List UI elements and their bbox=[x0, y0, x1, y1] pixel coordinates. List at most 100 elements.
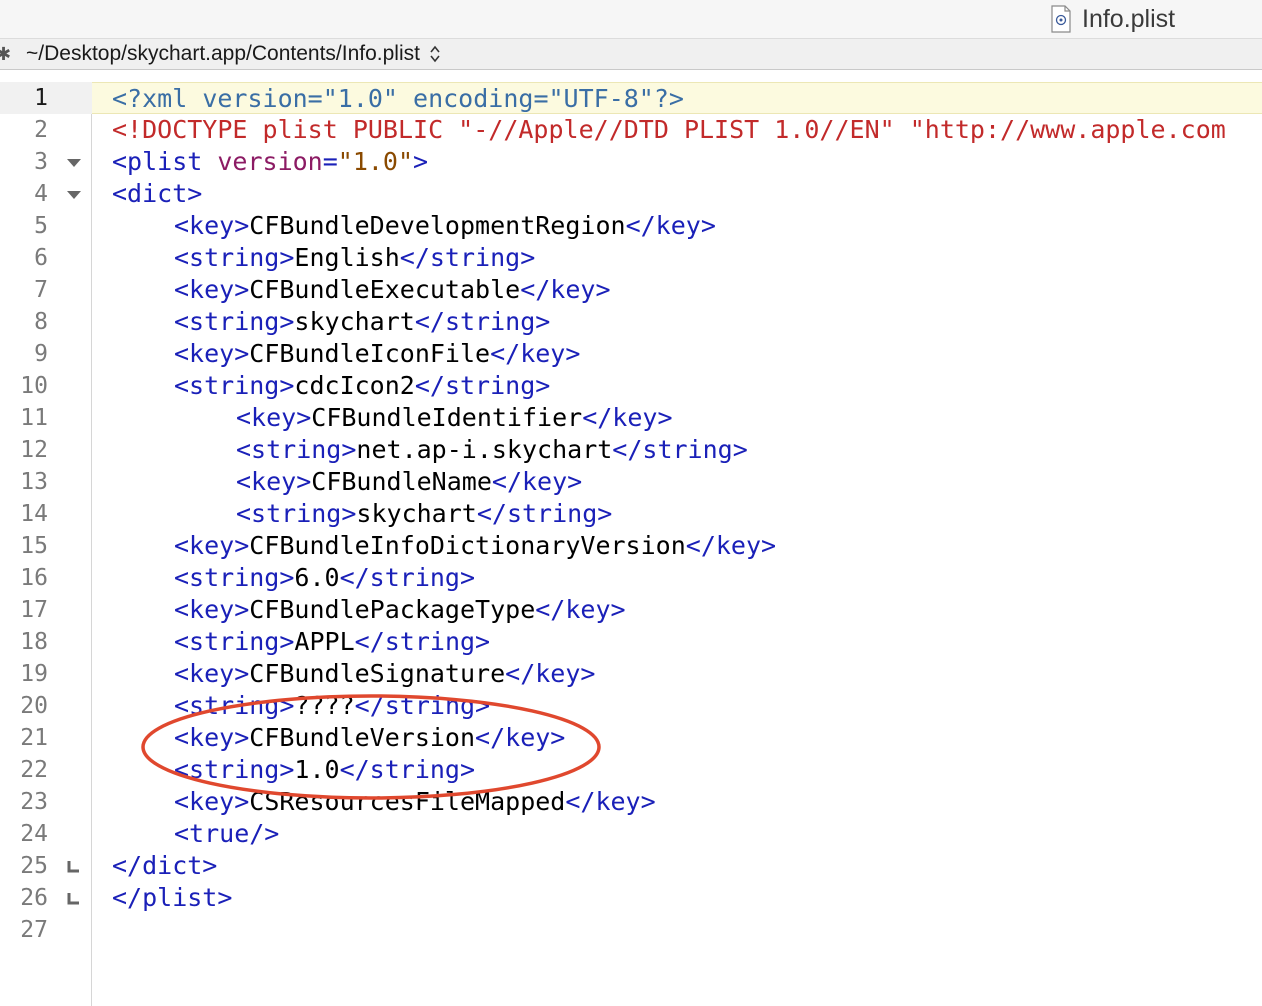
line-number: 12 bbox=[20, 437, 48, 463]
code-line[interactable]: <dict> bbox=[92, 178, 1262, 210]
xml-token: = bbox=[322, 147, 338, 176]
code-line[interactable]: <key>CSResourcesFileMapped</key> bbox=[92, 786, 1262, 818]
plist-value: English bbox=[294, 243, 400, 272]
line-number: 22 bbox=[20, 757, 48, 783]
line-number-row[interactable]: 26 bbox=[0, 882, 92, 914]
code-line[interactable]: <plist version="1.0"> bbox=[92, 146, 1262, 178]
line-number-row[interactable]: 7 bbox=[0, 274, 92, 306]
code-line-text: <?xml version="1.0" encoding="UTF-8"?> bbox=[112, 83, 684, 115]
xml-token: ="1.0" bbox=[307, 84, 414, 113]
xml-token: <key> bbox=[236, 403, 312, 432]
code-line[interactable]: <string>skychart</string> bbox=[92, 306, 1262, 338]
line-number: 21 bbox=[20, 725, 48, 751]
line-number-row[interactable]: 25 bbox=[0, 850, 92, 882]
line-number: 7 bbox=[34, 277, 48, 303]
code-line[interactable]: <key>CFBundleDevelopmentRegion</key> bbox=[92, 210, 1262, 242]
xml-token: <?xml bbox=[112, 84, 203, 113]
code-line[interactable]: <string>cdcIcon2</string> bbox=[92, 370, 1262, 402]
code-line[interactable]: <key>CFBundleIdentifier</key> bbox=[92, 402, 1262, 434]
line-number-row[interactable]: 27 bbox=[0, 914, 92, 946]
xml-token: <key> bbox=[236, 467, 312, 496]
plist-value: cdcIcon2 bbox=[294, 371, 415, 400]
code-line[interactable]: <string>net.ap-i.skychart</string> bbox=[92, 434, 1262, 466]
line-number-row[interactable]: 4 bbox=[0, 178, 92, 210]
code-line[interactable]: <string>1.0</string> bbox=[92, 754, 1262, 786]
line-number-row[interactable]: 21 bbox=[0, 722, 92, 754]
plist-value: CFBundleIconFile bbox=[249, 339, 491, 368]
xml-token: ="UTF-8"?> bbox=[533, 84, 684, 113]
line-number-row[interactable]: 13 bbox=[0, 466, 92, 498]
line-number-row[interactable]: 12 bbox=[0, 434, 92, 466]
fold-open-icon[interactable] bbox=[66, 146, 82, 178]
plist-file-icon bbox=[1050, 5, 1072, 33]
code-line-text: <true/> bbox=[174, 818, 279, 850]
path-bar[interactable]: ✱ ~/Desktop/skychart.app/Contents/Info.p… bbox=[0, 38, 1262, 70]
code-line[interactable]: <key>CFBundleIconFile</key> bbox=[92, 338, 1262, 370]
code-line[interactable]: <key>CFBundleExecutable</key> bbox=[92, 274, 1262, 306]
line-number-row[interactable]: 2 bbox=[0, 114, 92, 146]
code-line[interactable]: <string>????</string> bbox=[92, 690, 1262, 722]
fold-end-icon[interactable] bbox=[66, 850, 82, 882]
line-number-row[interactable]: 9 bbox=[0, 338, 92, 370]
xml-token: version bbox=[202, 84, 308, 113]
fold-open-icon[interactable] bbox=[66, 178, 82, 210]
line-number-row[interactable]: 24 bbox=[0, 818, 92, 850]
plist-value: CFBundleInfoDictionaryVersion bbox=[249, 531, 686, 560]
line-number-row[interactable]: 18 bbox=[0, 626, 92, 658]
xml-token: </string> bbox=[399, 243, 536, 272]
xml-token: </string> bbox=[414, 371, 551, 400]
file-path[interactable]: ~/Desktop/skychart.app/Contents/Info.pli… bbox=[26, 42, 420, 66]
code-line[interactable]: <key>CFBundleName</key> bbox=[92, 466, 1262, 498]
code-line[interactable]: <string>APPL</string> bbox=[92, 626, 1262, 658]
gear-icon[interactable]: ✱ bbox=[0, 44, 11, 65]
code-line[interactable]: <key>CFBundlePackageType</key> bbox=[92, 594, 1262, 626]
plist-value: skychart bbox=[294, 307, 415, 336]
xml-token: <plist bbox=[112, 147, 218, 176]
code-line[interactable]: <key>CFBundleVersion</key> bbox=[92, 722, 1262, 754]
line-number-row[interactable]: 22 bbox=[0, 754, 92, 786]
code-line[interactable]: <key>CFBundleSignature</key> bbox=[92, 658, 1262, 690]
code-line[interactable] bbox=[92, 914, 1262, 946]
plist-value: CSResourcesFileMapped bbox=[249, 787, 566, 816]
code-line[interactable]: <?xml version="1.0" encoding="UTF-8"?> bbox=[92, 82, 1262, 114]
code-line[interactable]: <!DOCTYPE plist PUBLIC "-//Apple//DTD PL… bbox=[92, 114, 1262, 146]
code-line[interactable]: <true/> bbox=[92, 818, 1262, 850]
line-number: 5 bbox=[34, 213, 48, 239]
xml-token: <key> bbox=[174, 595, 250, 624]
line-number-row[interactable]: 5 bbox=[0, 210, 92, 242]
line-number-row[interactable]: 3 bbox=[0, 146, 92, 178]
line-number-row[interactable]: 14 bbox=[0, 498, 92, 530]
code-line[interactable]: <key>CFBundleInfoDictionaryVersion</key> bbox=[92, 530, 1262, 562]
plist-value: CFBundleSignature bbox=[249, 659, 506, 688]
code-line[interactable]: <string>English</string> bbox=[92, 242, 1262, 274]
code-line[interactable]: </plist> bbox=[92, 882, 1262, 914]
line-number-row[interactable]: 1 bbox=[0, 82, 92, 114]
xml-token: <string> bbox=[174, 371, 295, 400]
code-editor[interactable]: <?xml version="1.0" encoding="UTF-8"?> <!… bbox=[92, 82, 1262, 1006]
line-number-row[interactable]: 8 bbox=[0, 306, 92, 338]
line-number: 16 bbox=[20, 565, 48, 591]
line-number-row[interactable]: 10 bbox=[0, 370, 92, 402]
code-line[interactable]: </dict> bbox=[92, 850, 1262, 882]
line-number: 1 bbox=[34, 85, 48, 111]
line-number: 14 bbox=[20, 501, 48, 527]
code-line[interactable]: <string>skychart</string> bbox=[92, 498, 1262, 530]
code-line-text: <string>net.ap-i.skychart</string> bbox=[236, 434, 748, 466]
xml-token: </key> bbox=[520, 275, 611, 304]
line-number-row[interactable]: 11 bbox=[0, 402, 92, 434]
fold-end-icon[interactable] bbox=[66, 882, 82, 914]
line-number-row[interactable]: 23 bbox=[0, 786, 92, 818]
line-number: 4 bbox=[34, 181, 48, 207]
line-number-row[interactable]: 17 bbox=[0, 594, 92, 626]
line-number: 25 bbox=[20, 853, 48, 879]
line-number-row[interactable]: 20 bbox=[0, 690, 92, 722]
line-number-row[interactable]: 19 bbox=[0, 658, 92, 690]
line-number-row[interactable]: 6 bbox=[0, 242, 92, 274]
line-number-row[interactable]: 16 bbox=[0, 562, 92, 594]
code-line-text: <dict> bbox=[112, 178, 202, 210]
code-line[interactable]: <string>6.0</string> bbox=[92, 562, 1262, 594]
chevron-up-down-icon[interactable] bbox=[428, 44, 442, 64]
xml-token: </string> bbox=[354, 691, 491, 720]
tab-info-plist[interactable]: Info.plist bbox=[1050, 0, 1175, 38]
line-number-row[interactable]: 15 bbox=[0, 530, 92, 562]
